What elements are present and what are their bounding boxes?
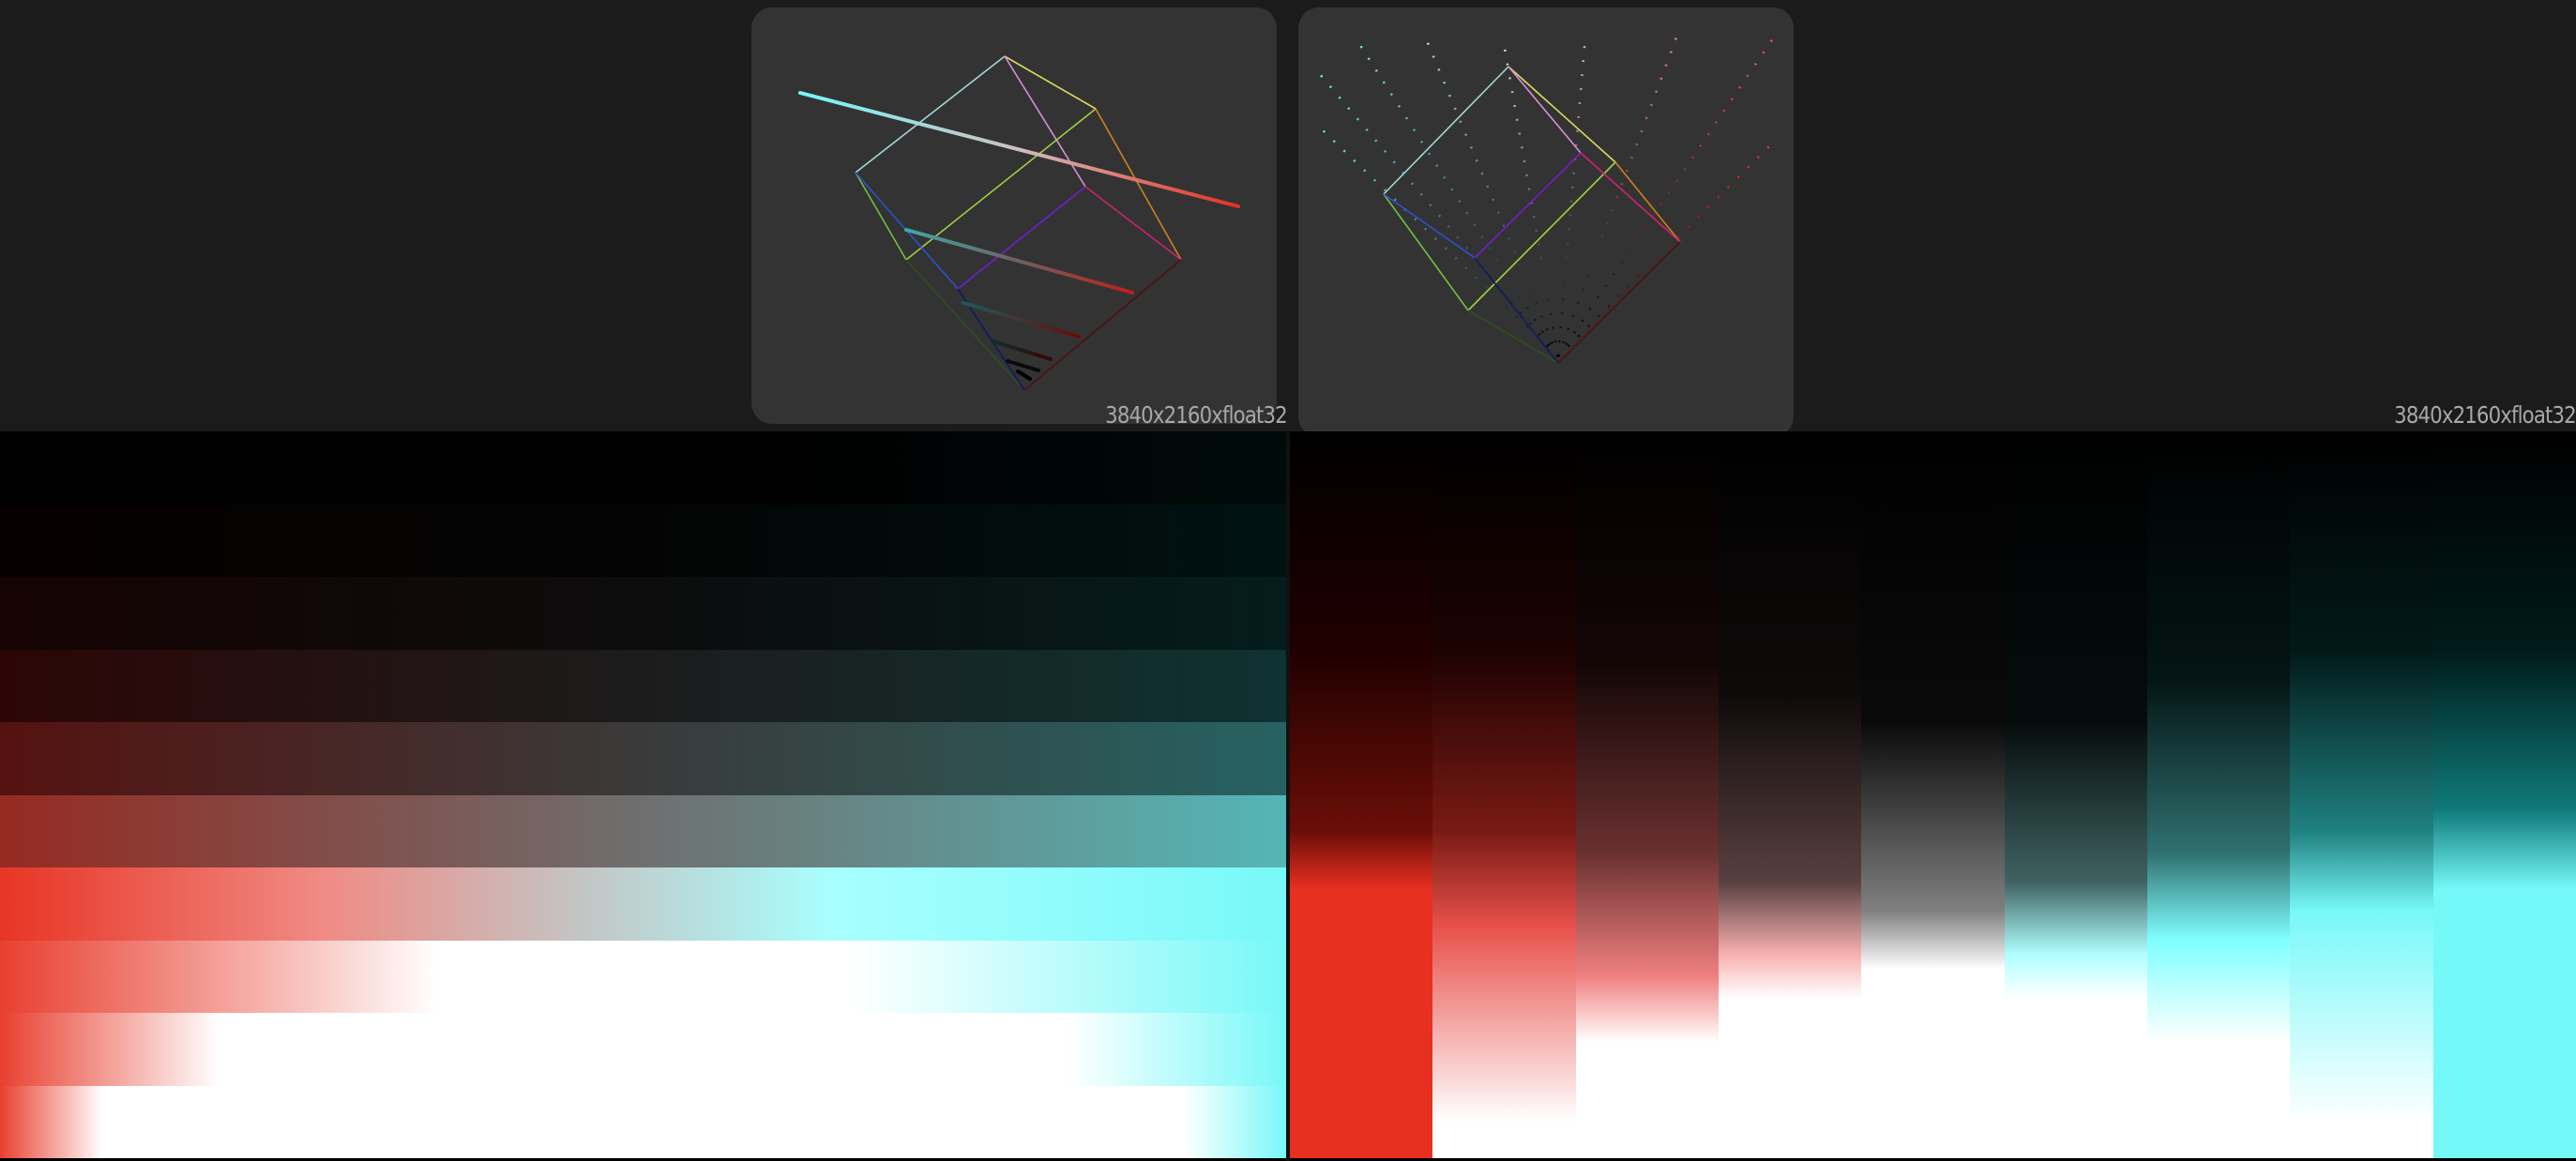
hue-column [2290, 431, 2433, 1158]
image-viewport-left[interactable] [0, 431, 1286, 1158]
exposure-band [0, 794, 1286, 867]
hue-column [1432, 431, 1576, 1158]
exposure-line [962, 301, 1081, 339]
exposure-band [0, 577, 1286, 650]
image-viewport-right[interactable] [1290, 431, 2576, 1158]
hue-column [1575, 431, 1719, 1158]
top-toolbar-area: 3840x2160xfloat32 3840x2160xfloat32 [0, 0, 2576, 437]
image-info-label: 3840x2160xfloat32 [1105, 401, 1287, 429]
cube-edge [1004, 55, 1086, 188]
exposure-band [0, 431, 1286, 505]
hue-column [1290, 431, 1433, 1158]
cube-edge [1095, 108, 1182, 261]
exposure-band [0, 940, 1286, 1013]
cube-edge [1474, 152, 1582, 259]
cube-edge [1508, 66, 1616, 163]
exposure-line [1006, 359, 1040, 372]
hue-column [2004, 431, 2147, 1158]
sample-ray [1318, 72, 1559, 357]
hue-column [1718, 431, 1862, 1158]
cube-edge [1508, 66, 1582, 154]
cube-edge [855, 172, 907, 261]
cube-edge [1383, 193, 1476, 259]
cube-plot-svg [798, 55, 1240, 391]
cube-plot-svg [1318, 36, 1775, 364]
cube-edge [1474, 257, 1559, 364]
hue-column [1861, 431, 2005, 1158]
hue-column [2432, 431, 2576, 1158]
cube-edge [1004, 55, 1097, 110]
exposure-band [0, 504, 1286, 577]
exposure-line [1016, 369, 1032, 381]
cube-edge [905, 259, 1025, 391]
cube-edge [1580, 152, 1681, 243]
exposure-band [0, 1085, 1286, 1158]
exposure-band [0, 867, 1286, 941]
cube-edge [1467, 309, 1559, 364]
cube-edge [1023, 259, 1182, 391]
exposure-band [0, 649, 1286, 722]
image-viewports [0, 431, 2576, 1161]
sample-ray [1424, 38, 1560, 357]
sample-ray [1556, 38, 1775, 357]
cube-edge [1383, 193, 1469, 311]
cube-edge [1557, 241, 1681, 364]
cube-edge [1614, 161, 1681, 243]
cube-edge [1084, 186, 1182, 261]
image-info-label: 3840x2160xfloat32 [2394, 401, 2576, 429]
exposure-band [0, 1013, 1286, 1086]
rgb-cube-plot-lines[interactable] [751, 8, 1277, 424]
rgb-cube-plot-rays[interactable] [1298, 8, 1794, 437]
sample-ray [1320, 128, 1559, 357]
cube-edge [1383, 66, 1509, 195]
sample-ray [1557, 142, 1774, 357]
hue-column [2146, 431, 2291, 1158]
exposure-band [0, 722, 1286, 795]
sample-ray [1556, 37, 1678, 357]
cube-edge [1467, 161, 1616, 311]
